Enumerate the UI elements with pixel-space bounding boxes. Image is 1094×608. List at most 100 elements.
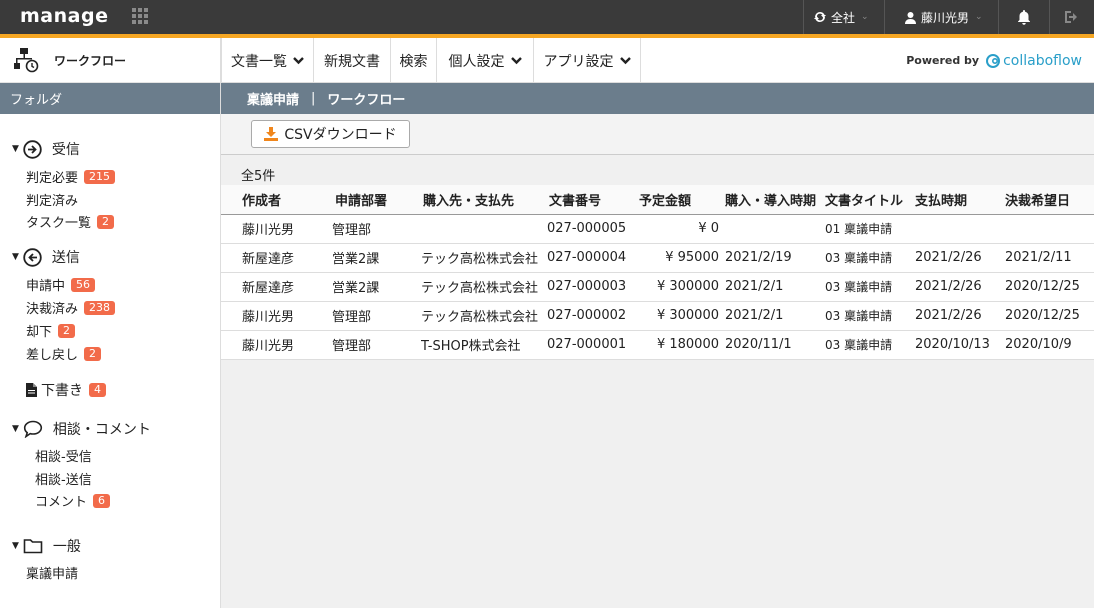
sidebar-item-approved[interactable]: 決裁済み 238 — [26, 298, 116, 317]
count-badge: 4 — [89, 383, 106, 397]
sidebar-item-rejected[interactable]: 却下 2 — [26, 321, 76, 340]
logout-button[interactable] — [1064, 0, 1080, 34]
cell-department: 管理部 — [332, 214, 421, 244]
count-badge: 56 — [71, 277, 96, 292]
column-header[interactable]: 決裁希望日 — [1005, 185, 1094, 215]
column-header[interactable]: 文書タイトル — [825, 185, 915, 215]
download-icon — [264, 127, 284, 141]
cell-amount: ¥ 0 — [637, 214, 725, 244]
table-row[interactable]: 藤川光男 管理部 T-SHOP株式会社 027-000001 ¥ 180000 … — [221, 330, 1094, 360]
column-header[interactable]: 支払時期 — [915, 185, 1005, 215]
cell-payment-date: 2021/2/26 — [915, 301, 1005, 331]
top-divider — [998, 0, 999, 34]
sidebar-item-returned[interactable]: 差し戻し 2 — [26, 344, 102, 363]
table-row[interactable]: 新屋達彦 営業2課 テック高松株式会社 027-000004 ¥ 95000 2… — [221, 243, 1094, 273]
folder-icon — [23, 538, 43, 554]
app-logo[interactable]: manage — [20, 5, 108, 27]
cell-amount: ¥ 300000 — [637, 301, 725, 331]
sidebar-item-consult-received[interactable]: 相談-受信 — [35, 446, 92, 465]
cell-doc-title[interactable]: 03 稟議申請 — [825, 243, 915, 273]
chevron-down-icon — [510, 56, 522, 65]
menu-label: アプリ設定 — [543, 53, 614, 70]
user-menu[interactable]: 藤川光男 ⌄ — [904, 0, 983, 34]
table-row[interactable]: 藤川光男 管理部 027-000005 ¥ 0 01 稟議申請 — [221, 214, 1094, 244]
table-header-row: 作成者 申請部署 購入先・支払先 文書番号 予定金額 購入・導入時期 文書タイト… — [221, 185, 1094, 215]
cell-doc-title[interactable]: 03 稟議申請 — [825, 301, 915, 331]
cell-doc-title[interactable]: 01 稟議申請 — [825, 214, 915, 244]
cell-department: 管理部 — [332, 330, 421, 360]
table-row[interactable]: 藤川光男 管理部 テック高松株式会社 027-000002 ¥ 300000 2… — [221, 301, 1094, 331]
triangle-down-icon: ▼ — [12, 252, 19, 262]
section-label: 相談・コメント — [52, 422, 151, 438]
cell-doc-title[interactable]: 03 稟議申請 — [825, 272, 915, 302]
sidebar-item-pending-judgment[interactable]: 判定必要 215 — [26, 167, 116, 186]
brand-label: collaboflow — [1003, 52, 1082, 69]
cell-amount: ¥ 180000 — [637, 330, 725, 360]
cell-doc-number[interactable]: 027-000001 — [547, 330, 637, 360]
sidebar-item-task-list[interactable]: タスク一覧 2 — [26, 212, 115, 231]
column-header[interactable]: 購入・導入時期 — [725, 185, 825, 215]
breadcrumb-current[interactable]: 稟議申請 — [247, 89, 299, 108]
result-count: 全5件 — [241, 169, 276, 184]
column-header[interactable]: 文書番号 — [547, 185, 637, 215]
section-general[interactable]: ▼ 一般 — [12, 536, 81, 556]
cell-doc-number[interactable]: 027-000005 — [547, 214, 637, 244]
item-label: タスク一覧 — [26, 216, 92, 231]
cell-doc-number[interactable]: 027-000002 — [547, 301, 637, 331]
table-row[interactable]: 新屋達彦 営業2課 テック高松株式会社 027-000003 ¥ 300000 … — [221, 272, 1094, 302]
cell-decision-date: 2020/12/25 — [1005, 301, 1094, 331]
breadcrumb-separator: | — [311, 91, 316, 106]
column-header[interactable]: 申請部署 — [332, 185, 421, 215]
menu-label: 個人設定 — [448, 53, 505, 70]
sidebar-item-judged[interactable]: 判定済み — [26, 190, 78, 209]
cell-doc-number[interactable]: 027-000003 — [547, 272, 637, 302]
menu-new-document[interactable]: 新規文書 — [314, 38, 391, 83]
cell-doc-title[interactable]: 03 稟議申請 — [825, 330, 915, 360]
breadcrumb-parent[interactable]: ワークフロー — [327, 89, 405, 108]
sidebar-item-ringi[interactable]: 稟議申請 — [26, 563, 78, 582]
csv-download-button[interactable]: CSVダウンロード — [251, 120, 410, 148]
column-header[interactable]: 予定金額 — [637, 185, 725, 215]
item-label: コメント — [35, 495, 88, 510]
top-bar: manage 全社 ⌄ 藤川光男 ⌄ — [0, 0, 1094, 38]
folder-header: フォルダ — [0, 83, 220, 114]
sidebar: ワークフロー フォルダ ▼ 受信 判定必要 215 判定済み タスク一覧 2 ▼… — [0, 38, 221, 608]
bell-icon — [1016, 9, 1032, 25]
item-label: 判定必要 — [26, 171, 79, 186]
sidebar-item-comments[interactable]: コメント 6 — [35, 491, 111, 510]
cell-department: 営業2課 — [332, 272, 421, 302]
section-label: 受信 — [51, 142, 80, 158]
document-table: 作成者 申請部署 購入先・支払先 文書番号 予定金額 購入・導入時期 文書タイト… — [221, 185, 1094, 360]
column-header[interactable]: 購入先・支払先 — [421, 185, 547, 215]
menu-search[interactable]: 検索 — [391, 38, 437, 83]
menu-personal-settings[interactable]: 個人設定 — [437, 38, 534, 83]
section-consult[interactable]: ▼ 相談・コメント — [12, 419, 151, 439]
sidebar-item-applying[interactable]: 申請中 56 — [26, 275, 96, 294]
item-label: 判定済み — [26, 194, 79, 209]
sidebar-item-consult-sent[interactable]: 相談-送信 — [35, 469, 92, 488]
collaboflow-logo[interactable]: collaboflow — [985, 53, 1082, 69]
breadcrumb: 稟議申請 | ワークフロー — [221, 83, 1094, 114]
menu-bar: 文書一覧 新規文書 検索 個人設定 アプリ設定 Powered by colla… — [221, 38, 1094, 83]
count-badge: 2 — [58, 323, 76, 338]
sidebar-item-drafts[interactable]: 下書き 4 — [26, 380, 106, 400]
cell-decision-date: 2021/2/11 — [1005, 243, 1094, 273]
cell-payment-date: 2020/10/13 — [915, 330, 1005, 360]
notifications-button[interactable] — [1016, 0, 1032, 34]
speech-bubble-icon — [23, 420, 43, 438]
menu-app-settings[interactable]: アプリ設定 — [534, 38, 641, 83]
menu-label: 検索 — [399, 53, 428, 70]
org-switcher[interactable]: 全社 ⌄ — [813, 0, 869, 34]
count-badge: 215 — [84, 169, 116, 184]
cell-doc-number[interactable]: 027-000004 — [547, 243, 637, 273]
chevron-down-icon: ⌄ — [975, 12, 983, 22]
cell-purchase-date — [725, 214, 825, 244]
section-outbox[interactable]: ▼ 送信 — [12, 247, 80, 267]
section-inbox[interactable]: ▼ 受信 — [12, 139, 80, 159]
column-header[interactable]: 作成者 — [221, 185, 332, 215]
csv-label: CSVダウンロード — [284, 127, 397, 143]
cell-decision-date: 2020/10/9 — [1005, 330, 1094, 360]
app-grid-icon[interactable] — [132, 8, 148, 24]
menu-document-list[interactable]: 文書一覧 — [221, 38, 314, 83]
cell-purchase-date: 2020/11/1 — [725, 330, 825, 360]
